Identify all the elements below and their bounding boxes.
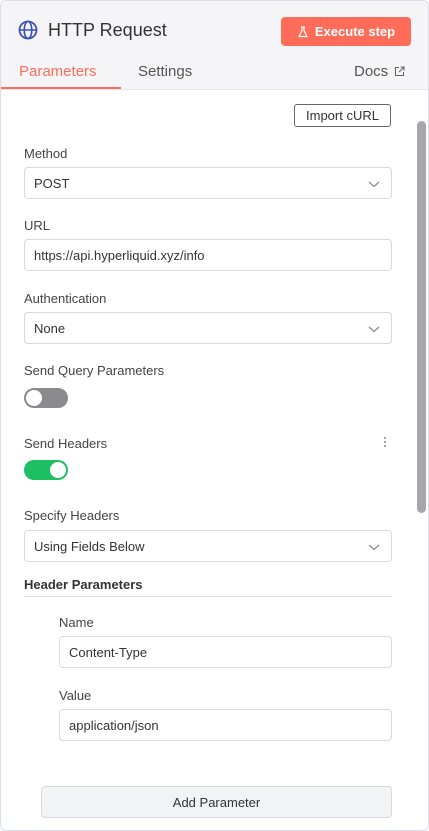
chevron-down-icon: [368, 544, 380, 551]
header-parameters-title: Header Parameters: [24, 577, 143, 592]
scrollbar-thumb[interactable]: [417, 121, 426, 513]
method-select[interactable]: POST: [24, 167, 392, 199]
toggle-knob: [50, 462, 66, 478]
chevron-down-icon: [368, 181, 380, 188]
header-name-label: Name: [59, 615, 94, 630]
chevron-down-icon: [368, 326, 380, 333]
import-curl-button[interactable]: Import cURL: [294, 104, 391, 127]
section-divider: [24, 596, 392, 597]
add-parameter-button[interactable]: Add Parameter: [41, 786, 392, 818]
authentication-label: Authentication: [24, 291, 107, 306]
authentication-select[interactable]: None: [24, 312, 392, 344]
tab-parameters[interactable]: Parameters: [19, 63, 97, 80]
send-headers-toggle[interactable]: [24, 460, 68, 480]
specify-headers-select[interactable]: Using Fields Below: [24, 530, 392, 562]
flask-icon: [298, 25, 308, 37]
node-panel: HTTP Request Execute step Parameters Set…: [0, 0, 429, 831]
more-options-icon[interactable]: [383, 437, 387, 449]
header-name-input[interactable]: Content-Type: [59, 636, 392, 668]
url-label: URL: [24, 218, 51, 233]
method-label: Method: [24, 146, 68, 161]
specify-headers-label: Specify Headers: [24, 508, 120, 523]
authentication-value: None: [34, 320, 66, 336]
send-query-label: Send Query Parameters: [24, 363, 165, 378]
parameters-content: Import cURL Method POST URL https://api.…: [1, 91, 428, 830]
tab-docs-label: Docs: [354, 63, 389, 80]
send-query-toggle[interactable]: [24, 388, 68, 408]
header-name-value: Content-Type: [69, 644, 148, 660]
url-value: https://api.hyperliquid.xyz/info: [34, 247, 205, 263]
external-link-icon: [395, 66, 405, 77]
header-value-value: application/json: [69, 717, 159, 733]
tab-docs[interactable]: Docs: [354, 63, 405, 80]
panel-header: HTTP Request Execute step Parameters Set…: [1, 1, 428, 90]
header-value-label: Value: [59, 688, 92, 703]
method-value: POST: [34, 175, 70, 191]
header-value-input[interactable]: application/json: [59, 709, 392, 741]
tab-settings[interactable]: Settings: [138, 63, 192, 80]
specify-headers-value: Using Fields Below: [34, 538, 145, 554]
send-headers-label: Send Headers: [24, 436, 108, 451]
toggle-knob: [26, 390, 42, 406]
globe-icon: [18, 20, 38, 40]
url-input[interactable]: https://api.hyperliquid.xyz/info: [24, 239, 392, 271]
active-tab-indicator: [1, 87, 121, 89]
execute-step-button[interactable]: Execute step: [281, 17, 411, 46]
node-title: HTTP Request: [48, 20, 167, 40]
execute-step-label: Execute step: [314, 24, 396, 39]
